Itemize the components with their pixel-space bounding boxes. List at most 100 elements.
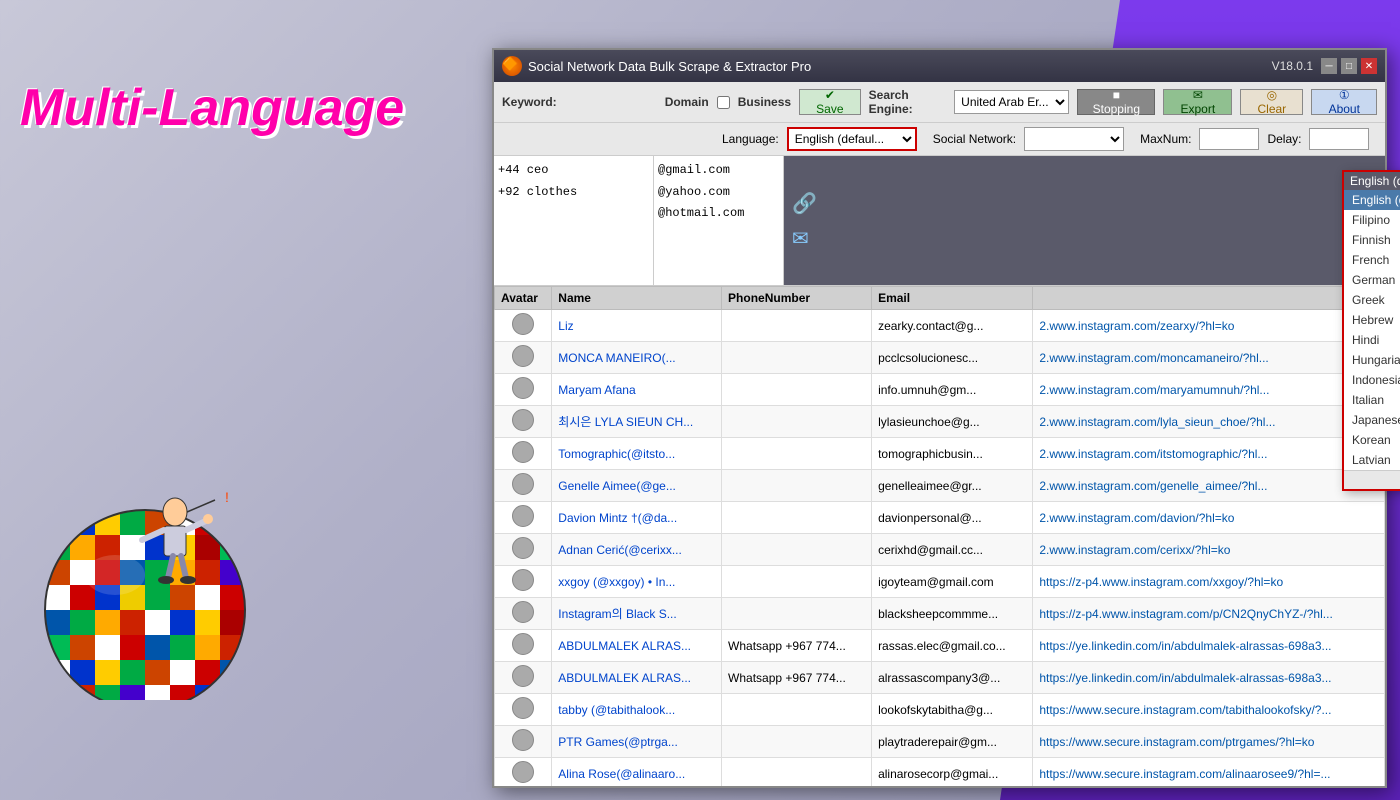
- table-row[interactable]: xxgoy (@xxgoy) • In...igoyteam@gmail.com…: [495, 566, 1385, 598]
- avatar-cell: [495, 534, 552, 566]
- dropdown-item[interactable]: French: [1344, 250, 1400, 270]
- table-row[interactable]: Alina Rose(@alinaaro...alinarosecorp@gma…: [495, 758, 1385, 787]
- clear-button[interactable]: ◎ Clear: [1240, 89, 1303, 115]
- email-cell: info.umnuh@gm...: [872, 374, 1033, 406]
- phone-cell: [722, 438, 872, 470]
- domain-textarea[interactable]: @gmail.com @yahoo.com @hotmail.com: [658, 160, 779, 281]
- search-engine-select[interactable]: United Arab Er...: [954, 90, 1069, 114]
- dropdown-item[interactable]: Filipino: [1344, 210, 1400, 230]
- table-row[interactable]: Lizzearky.contact@g...2.www.instagram.co…: [495, 310, 1385, 342]
- dropdown-item[interactable]: Korean: [1344, 430, 1400, 450]
- avatar-cell: [495, 566, 552, 598]
- dropdown-item[interactable]: Indonesian: [1344, 370, 1400, 390]
- name-cell: ABDULMALEK ALRAS...: [552, 662, 722, 694]
- stopping-button[interactable]: ■ Stopping: [1077, 89, 1155, 115]
- table-row[interactable]: ABDULMALEK ALRAS...Whatsapp +967 774...a…: [495, 662, 1385, 694]
- avatar-img: [512, 345, 534, 367]
- url-cell: https://ye.linkedin.com/in/abdulmalek-al…: [1033, 662, 1385, 694]
- avatar-img: [512, 697, 534, 719]
- table-row[interactable]: ABDULMALEK ALRAS...Whatsapp +967 774...r…: [495, 630, 1385, 662]
- multi-language-title: Multi-Language: [20, 80, 404, 137]
- table-row[interactable]: 최시은 LYLA SIEUN CH...lylasieunchoe@g...2.…: [495, 406, 1385, 438]
- col-header-avatar: Avatar: [495, 287, 552, 310]
- close-button[interactable]: ✕: [1361, 58, 1377, 74]
- url-cell: https://z-p4.www.instagram.com/p/CN2QnyC…: [1033, 598, 1385, 630]
- table-row[interactable]: MONCA MANEIRO(...pcclcsolucionesc...2.ww…: [495, 342, 1385, 374]
- dropdown-item[interactable]: Hungarian: [1344, 350, 1400, 370]
- dropdown-item[interactable]: Japanese: [1344, 410, 1400, 430]
- business-checkbox[interactable]: [717, 96, 730, 109]
- keyword-textarea[interactable]: +44 ceo +92 clothes: [498, 160, 649, 281]
- email-cell: blacksheepcommme...: [872, 598, 1033, 630]
- avatar-cell: [495, 438, 552, 470]
- results-table: Avatar Name PhoneNumber Email Lizzearky.…: [494, 286, 1385, 786]
- language-dropdown: English (def... ▲ English (def...Filipin…: [1342, 170, 1400, 491]
- avatar-img: [512, 761, 534, 783]
- dropdown-item[interactable]: English (def...: [1344, 190, 1400, 210]
- email-stat: ✉ 669: [792, 226, 1377, 251]
- table-row[interactable]: Tomographic(@itsto...tomographicbusin...…: [495, 438, 1385, 470]
- search-engine-group: Search Engine: United Arab Er...: [869, 88, 1070, 116]
- table-row[interactable]: PTR Games(@ptrga...playtraderepair@gm...…: [495, 726, 1385, 758]
- svg-text:!: !: [225, 489, 229, 505]
- dropdown-item[interactable]: Italian: [1344, 390, 1400, 410]
- about-button[interactable]: ① About: [1311, 89, 1377, 115]
- phone-cell: [722, 374, 872, 406]
- avatar-cell: [495, 310, 552, 342]
- delay-input[interactable]: [1309, 128, 1369, 150]
- avatar-img: [512, 537, 534, 559]
- save-button[interactable]: ✔ Save: [799, 89, 861, 115]
- email-cell: lylasieunchoe@g...: [872, 406, 1033, 438]
- upper-section: +44 ceo +92 clothes @gmail.com @yahoo.co…: [494, 156, 1385, 286]
- name-cell: Davion Mintz †(@da...: [552, 502, 722, 534]
- maximize-button[interactable]: □: [1341, 58, 1357, 74]
- dropdown-item[interactable]: German: [1344, 270, 1400, 290]
- table-row[interactable]: Adnan Cerić(@cerixx...cerixhd@gmail.cc..…: [495, 534, 1385, 566]
- dropdown-item[interactable]: Hindi: [1344, 330, 1400, 350]
- dropdown-item[interactable]: Hebrew: [1344, 310, 1400, 330]
- avatar-cell: [495, 630, 552, 662]
- maxnum-label: MaxNum:: [1140, 132, 1191, 146]
- avatar-cell: [495, 694, 552, 726]
- dropdown-item[interactable]: Greek: [1344, 290, 1400, 310]
- avatar-cell: [495, 726, 552, 758]
- dropdown-selected-item: English (def...: [1350, 174, 1400, 188]
- phone-cell: Whatsapp +967 774...: [722, 662, 872, 694]
- email-cell: tomographicbusin...: [872, 438, 1033, 470]
- table-row[interactable]: Instagram의 Black S... blacksheepcommme...…: [495, 598, 1385, 630]
- links-icon: 🔗: [792, 191, 817, 216]
- social-network-select[interactable]: [1024, 127, 1124, 151]
- email-cell: igoyteam@gmail.com: [872, 566, 1033, 598]
- col-header-name: Name: [552, 287, 722, 310]
- email-cell: zearky.contact@g...: [872, 310, 1033, 342]
- table-row[interactable]: Genelle Aimee(@ge...genelleaimee@gr...2.…: [495, 470, 1385, 502]
- dropdown-item[interactable]: Latvian: [1344, 450, 1400, 470]
- minimize-button[interactable]: ─: [1321, 58, 1337, 74]
- phone-cell: [722, 726, 872, 758]
- url-cell: 2.www.instagram.com/itstomographic/?hl..…: [1033, 438, 1385, 470]
- dropdown-header: English (def... ▲: [1344, 172, 1400, 190]
- email-cell: lookofskytabitha@g...: [872, 694, 1033, 726]
- delay-label: Delay:: [1267, 132, 1301, 146]
- email-cell: davionpersonal@...: [872, 502, 1033, 534]
- name-cell: PTR Games(@ptrga...: [552, 726, 722, 758]
- col-header-url: [1033, 287, 1385, 310]
- table-row[interactable]: tabby (@tabithalook...lookofskytabitha@g…: [495, 694, 1385, 726]
- globe-container: !: [30, 440, 310, 720]
- maxnum-input[interactable]: [1199, 128, 1259, 150]
- export-button[interactable]: ✉ Export: [1163, 89, 1232, 115]
- name-cell: Instagram의 Black S...: [552, 598, 722, 630]
- phone-cell: [722, 566, 872, 598]
- name-cell: ABDULMALEK ALRAS...: [552, 630, 722, 662]
- email-cell: alrassascompany3@...: [872, 662, 1033, 694]
- toolbar-row2: Language: English (defaul... Social Netw…: [494, 123, 1385, 156]
- data-table-container[interactable]: Avatar Name PhoneNumber Email Lizzearky.…: [494, 286, 1385, 786]
- window-title: Social Network Data Bulk Scrape & Extrac…: [528, 59, 1272, 74]
- table-row[interactable]: Maryam Afanainfo.umnuh@gm...2.www.instag…: [495, 374, 1385, 406]
- language-select[interactable]: English (defaul...: [787, 127, 917, 151]
- email-cell: pcclcsolucionesc...: [872, 342, 1033, 374]
- email-cell: alinarosecorp@gmai...: [872, 758, 1033, 787]
- table-row[interactable]: Davion Mintz †(@da...davionpersonal@...2…: [495, 502, 1385, 534]
- avatar-img: [512, 473, 534, 495]
- dropdown-item[interactable]: Finnish: [1344, 230, 1400, 250]
